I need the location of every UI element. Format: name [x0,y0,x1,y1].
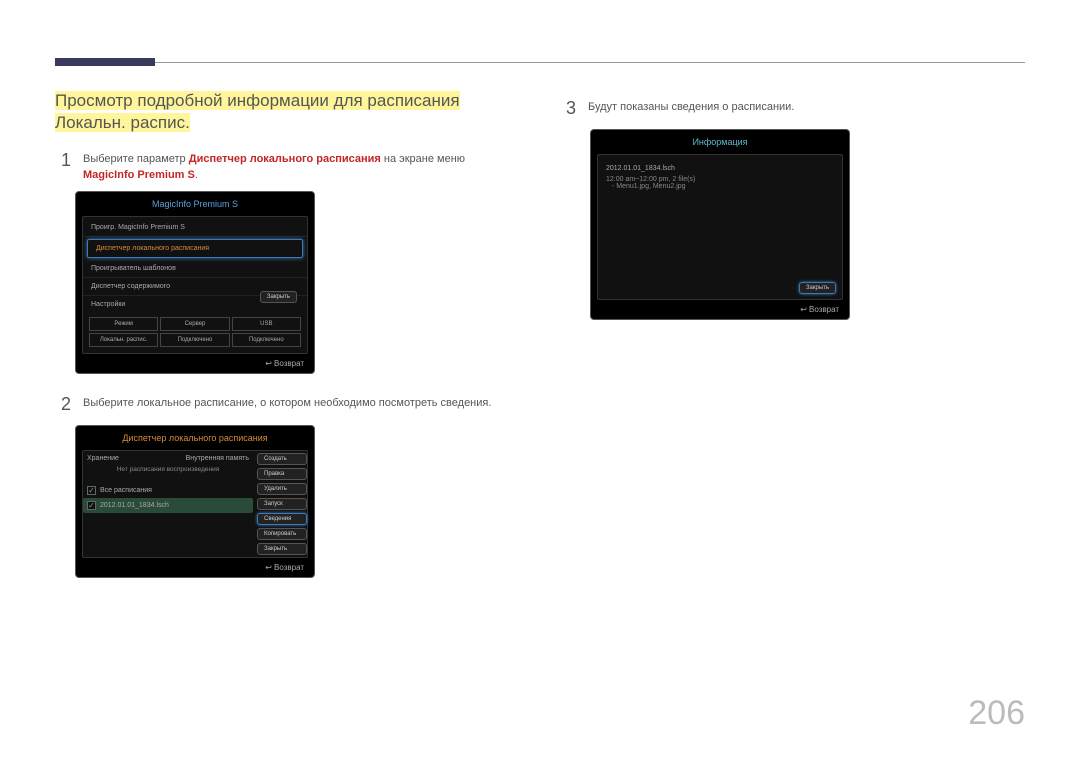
panel2-left: Хранение Внутренняя память Нет расписани… [83,453,253,555]
panel2-footer[interactable]: Возврат [76,558,314,577]
panel-info: Информация 2012.01.01_1834.lsch 12:00 am… [590,129,850,320]
step-1: 1 Выберите параметр Диспетчер локального… [55,148,520,183]
step-1-pre: Выберите параметр [83,153,189,165]
panel2-btn-4[interactable]: Сведения [257,513,307,525]
panel3-body: 2012.01.01_1834.lsch 12:00 am~12:00 pm, … [597,154,843,300]
panel2-btn-1[interactable]: Правка [257,468,307,480]
section-title: Просмотр подробной информации для распис… [55,91,460,132]
panel1-item-2[interactable]: Проигрыватель шаблонов [83,260,307,278]
panel2-btn-3[interactable]: Запуск [257,498,307,510]
panel1-close[interactable]: Закрыть [260,291,297,303]
panel-magicinfo: MagicInfo Premium S Проигр. MagicInfo Pr… [75,191,315,374]
g1-2: USB [232,317,301,331]
checkbox-icon[interactable] [87,501,96,510]
step-1-num: 1 [55,148,71,183]
g2-0: Локальн. распис. [89,333,158,347]
panel1-item-1[interactable]: Диспетчер локального расписания [87,239,303,258]
panel1-body: Проигр. MagicInfo Premium S Диспетчер ло… [82,216,308,354]
panel1-footer[interactable]: Возврат [76,354,314,373]
panel2-storage-r: Внутренняя память [186,455,249,462]
panel1-item-0[interactable]: Проигр. MagicInfo Premium S [83,219,307,237]
step-2-text: Выберите локальное расписание, о котором… [83,392,491,417]
panel2-rowB: 2012.01.01_1834.lsch [100,502,169,509]
right-column: 3 Будут показаны сведения о расписании. … [560,90,1025,578]
panel1-grid: Режим Сервер USB Локальн. распис. Подклю… [83,313,307,351]
panel3-line2: - Menu1.jpg, Menu2.jpg [606,183,834,190]
step-2-num: 2 [55,392,71,417]
panel1-title: MagicInfo Premium S [76,192,314,216]
g1-1: Сервер [160,317,229,331]
panel1-close-row: Закрыть [254,287,303,307]
step-1-red2: MagicInfo Premium S [83,169,195,181]
step-3: 3 Будут показаны сведения о расписании. [560,96,1025,121]
g1-0: Режим [89,317,158,331]
panel3-footer[interactable]: Возврат [591,300,849,319]
panel2-body: Хранение Внутренняя память Нет расписани… [82,450,308,558]
step-2: 2 Выберите локальное расписание, о котор… [55,392,520,417]
panel3-close[interactable]: Закрыть [799,282,836,294]
panel2-btn-6[interactable]: Закрыть [257,543,307,555]
panel2-empty: Нет расписания воспроизведения [83,464,253,483]
panel2-btn-2[interactable]: Удалить [257,483,307,495]
panel2-rowA: Все расписания [100,487,152,494]
content: Просмотр подробной информации для распис… [55,90,1025,578]
panel2-row-all[interactable]: Все расписания [83,483,253,498]
step-1-text: Выберите параметр Диспетчер локального р… [83,148,465,183]
step-1-mid: на экране меню [381,153,465,165]
section-title-wrap: Просмотр подробной информации для распис… [55,90,520,134]
step-3-text: Будут показаны сведения о расписании. [588,96,794,121]
checkbox-icon[interactable] [87,486,96,495]
panel2-row-file[interactable]: 2012.01.01_1834.lsch [83,498,253,513]
left-column: Просмотр подробной информации для распис… [55,90,520,578]
top-rule [55,58,1025,66]
step-3-num: 3 [560,96,576,121]
panel-schedule-mgr: Диспетчер локального расписания Хранение… [75,425,315,578]
panel3-title: Информация [591,130,849,154]
panel2-title: Диспетчер локального расписания [76,426,314,450]
g2-2: Подключено [232,333,301,347]
panel3-line1: 12:00 am~12:00 pm, 2 file(s) [606,176,834,183]
panel2-btn-0[interactable]: Создать [257,453,307,465]
step-1-post: . [195,169,198,181]
g2-1: Подключено [160,333,229,347]
panel3-fname: 2012.01.01_1834.lsch [606,165,834,172]
page-number: 206 [968,694,1025,733]
panel2-buttons: Создать Правка Удалить Запуск Сведения К… [257,453,307,555]
panel2-storage-l: Хранение [87,455,119,462]
panel2-btn-5[interactable]: Копировать [257,528,307,540]
panel2-storage: Хранение Внутренняя память [83,453,253,464]
step-1-red1: Диспетчер локального расписания [189,153,381,165]
